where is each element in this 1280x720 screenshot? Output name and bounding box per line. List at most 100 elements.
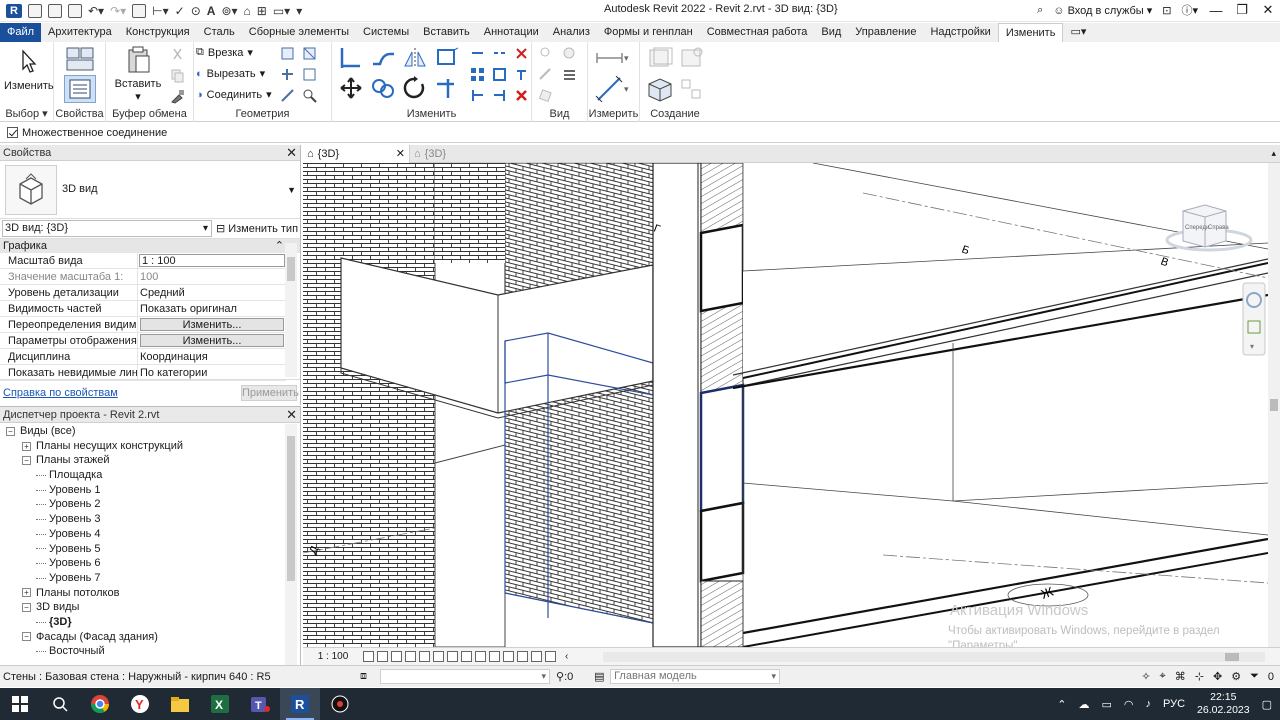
line-weight-icon[interactable] [562,67,577,82]
linework-icon[interactable] [538,67,553,82]
scale-icon[interactable] [492,67,507,82]
tabs-overflow-icon[interactable]: ▴ [1271,148,1276,159]
wifi-icon[interactable]: ◠ [1124,698,1134,711]
tree-item[interactable]: + Планы несущих конструкций [0,439,287,454]
reveal-constraints-icon[interactable] [545,651,556,662]
tab-annotate[interactable]: Аннотации [477,23,546,42]
tab-manage[interactable]: Управление [848,23,923,42]
view-instance-selector[interactable]: 3D вид: {3D} [2,220,212,237]
delete-icon[interactable] [514,88,529,103]
group-collapse-icon[interactable]: ⌃ [275,239,284,253]
screen-recorder-icon[interactable] [320,688,360,720]
create-similar-icon[interactable] [678,76,706,102]
paste-button[interactable]: Вставить ▾ [112,45,164,103]
expand-icon[interactable]: + [22,441,31,451]
collapse-icon[interactable]: − [22,456,31,466]
type-properties-icon[interactable] [64,45,96,73]
beam-join-icon[interactable] [280,88,295,103]
cut-geometry-button[interactable]: ◐ Вырезать ▾ [196,67,265,81]
scroll-left-icon[interactable]: ‹ [565,651,568,662]
viewport-horizontal-scrollbar[interactable] [603,652,1265,662]
workset-dropdown[interactable] [380,669,550,684]
display-options-edit-button[interactable]: Изменить... [140,334,284,347]
undo-icon[interactable]: ↶▾ [88,4,104,18]
close-window-button[interactable]: ✕ [1260,2,1276,18]
language-indicator[interactable]: РУС [1163,698,1185,710]
tab-addins[interactable]: Надстройки [923,23,997,42]
tree-item[interactable]: Уровень 3 [0,512,287,527]
view-tab-close-icon[interactable]: ✕ [396,147,405,160]
qat-customize-icon[interactable]: ▾ [296,4,302,18]
sun-path-icon[interactable] [391,651,402,662]
revit-taskbar-icon[interactable]: R [280,688,320,720]
tab-insert[interactable]: Вставить [416,23,477,42]
vg-overrides-edit-button[interactable]: Изменить... [140,318,284,331]
brick-wall-left[interactable] [303,163,435,647]
tree-item[interactable]: {3D} [0,615,287,630]
editing-requests-icon[interactable]: ⚲ [556,670,564,683]
file-explorer-icon[interactable] [160,688,200,720]
select-by-face-icon[interactable]: ⊹ [1195,670,1204,683]
tag-icon[interactable]: ⊙ [191,4,201,18]
unpin-icon[interactable] [514,46,529,61]
revit-app-icon[interactable]: R [6,3,22,18]
reveal-hidden-icon[interactable] [489,651,500,662]
cut-into-button[interactable]: ⧉ Врезка ▾ [196,46,253,59]
select-underlay-icon[interactable]: ⌖ [1160,670,1166,683]
sync-icon[interactable] [68,3,82,18]
paint-icon[interactable] [302,46,317,61]
aligned-dimension-icon[interactable]: ✓ [175,4,185,18]
viewcube-front-label[interactable]: Спереди [1185,225,1209,231]
edit-type-button[interactable]: ⊟ Изменить тип [216,222,298,236]
view-scale-label[interactable]: 1 : 100 [303,651,363,662]
tab-view[interactable]: Вид [814,23,848,42]
switch-windows-icon[interactable]: ▭▾ [273,4,290,18]
highlight-displacement-icon[interactable] [531,651,542,662]
tray-overflow-icon[interactable]: ⌃ [1057,698,1066,711]
ribbon-minimize-toggle[interactable]: ▭▾ [1063,23,1093,42]
paint-bucket-icon[interactable] [538,88,553,103]
chrome-icon[interactable] [80,688,120,720]
tree-item[interactable]: Уровень 5 [0,542,287,557]
wall-joins-icon[interactable] [280,67,295,82]
aligned-dimension-icon-ribbon[interactable]: ▾ [594,75,632,103]
cart-icon[interactable]: ⊡ [1162,4,1171,17]
trim-icon[interactable] [434,76,460,100]
3d-view-icon[interactable]: ⊚▾ [221,4,237,18]
3d-model-view[interactable]: Б В Г Д Ж Спереди Справа ▾ [303,163,1268,647]
align-icon[interactable] [338,46,364,70]
cut-clipboard-icon[interactable] [170,47,185,62]
project-browser-close-icon[interactable]: ✕ [286,407,297,423]
properties-close-icon[interactable]: ✕ [286,145,297,161]
measure-between-icon[interactable]: ▾ [594,48,632,68]
tree-item[interactable]: −3D виды [0,600,287,615]
copy-icon[interactable] [370,76,396,100]
help-button[interactable]: ⓘ▾ [1181,2,1198,18]
drawing-viewport[interactable]: Б В Г Д Ж Спереди Справа ▾ [303,163,1268,647]
properties-palette-toggle[interactable] [64,75,96,103]
detail-level-icon[interactable] [363,651,374,662]
view-tab-3d-inactive[interactable]: ⌂ {3D} [410,145,450,163]
tree-item[interactable]: + Планы потолков [0,586,287,601]
tree-item[interactable]: Восточный [0,644,287,659]
background-processes-icon[interactable]: ⚙ [1231,670,1241,683]
view-scale-input[interactable]: 1 : 100 [139,254,285,267]
tab-modify[interactable]: Изменить [997,23,1064,42]
view-tab-3d-active[interactable]: ⌂ {3D} ✕ [303,144,410,163]
yandex-browser-icon[interactable]: Y [120,688,160,720]
tree-item[interactable]: Площадка [0,468,287,483]
search-icon[interactable] [40,688,80,720]
section-icon[interactable]: ⌂ [244,4,251,18]
parts-visibility-value[interactable]: Показать оригинал [138,301,286,316]
tab-file[interactable]: Файл [0,23,42,42]
start-button[interactable] [0,688,40,720]
lock-view-icon[interactable] [461,651,472,662]
viewcube-right-label[interactable]: Справа [1208,225,1229,231]
design-option-dropdown[interactable]: Главная модель [610,669,781,684]
select-links-icon[interactable]: ✧ [1141,670,1150,683]
match-properties-icon[interactable] [170,89,185,104]
discipline-value[interactable]: Координация [138,349,286,364]
join-geometry-button[interactable]: ◑ Соединить ▾ [196,88,272,102]
properties-help-link[interactable]: Справка по свойствам [3,387,118,399]
grid-label-zh[interactable]: Ж [1039,584,1055,602]
